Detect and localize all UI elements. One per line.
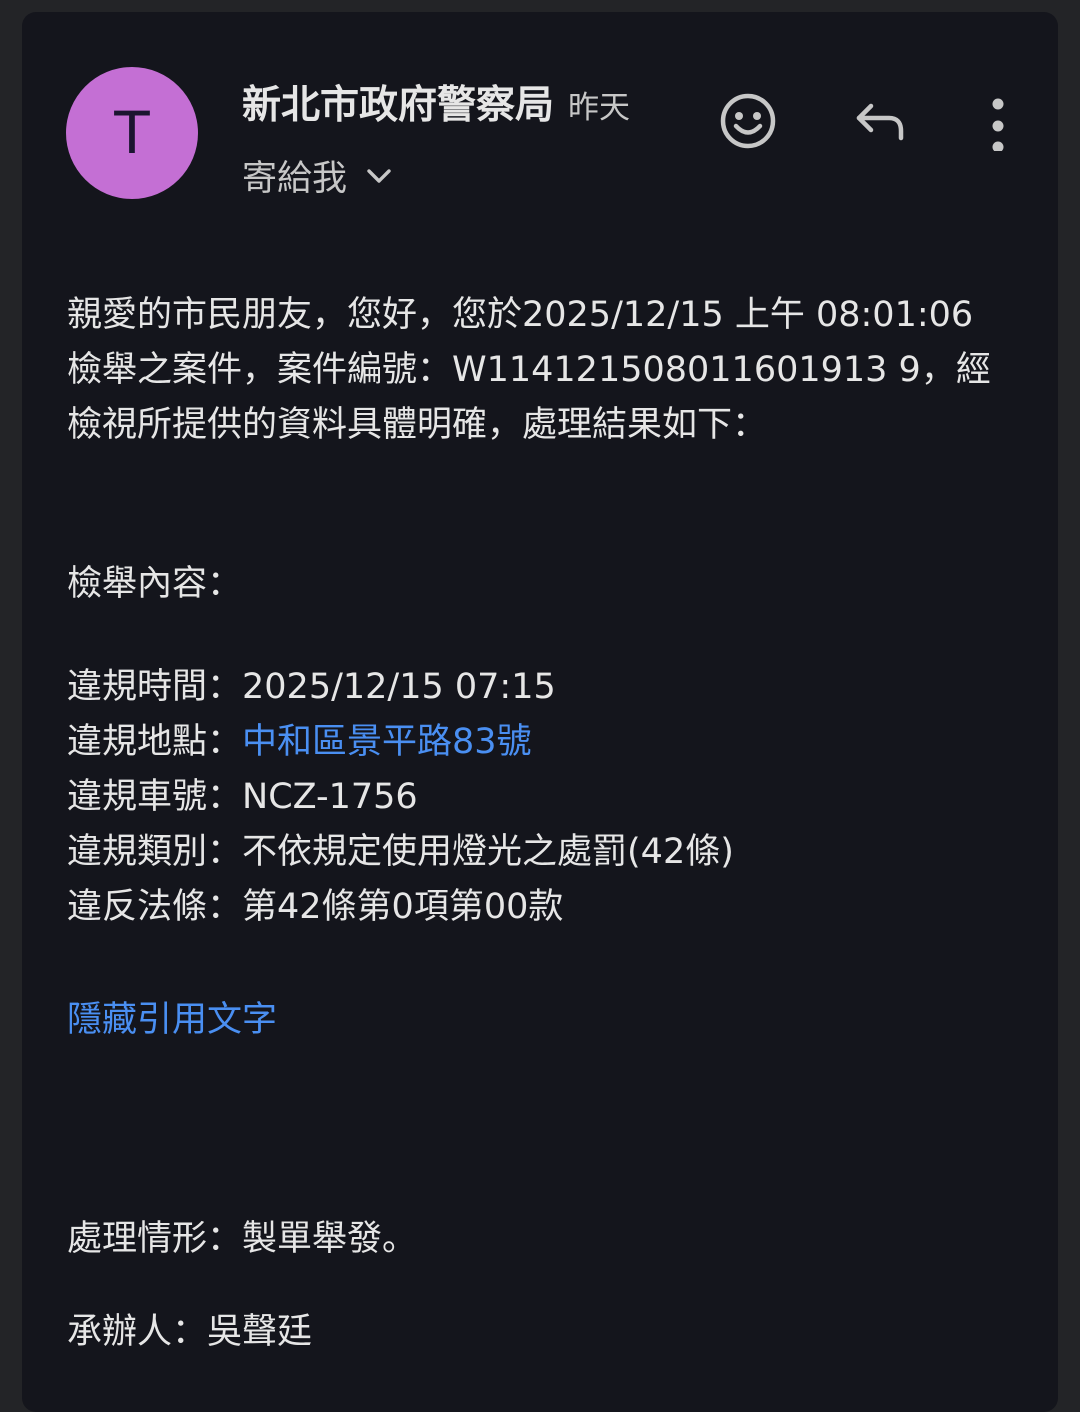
recipient-toggle[interactable]: 寄給我: [242, 150, 393, 201]
processing-result-value: 製單舉發。: [242, 1219, 418, 1259]
violation-law-label: 違反法條：: [67, 887, 243, 927]
violation-category: 違規類別：不依規定使用燈光之處罰(42條): [67, 825, 1027, 880]
handler-value: 吳聲廷: [207, 1312, 313, 1352]
emoji-reaction-button[interactable]: [712, 87, 784, 159]
sender-name[interactable]: 新北市政府警察局: [242, 83, 554, 128]
hide-quoted-text-link[interactable]: 隱藏引用文字: [67, 993, 1027, 1048]
violation-law: 違反法條：第42條第0項第00款: [67, 880, 1027, 935]
sender-avatar[interactable]: T: [66, 67, 198, 199]
content-heading: 檢舉內容：: [67, 564, 243, 604]
chevron-down-icon: [365, 166, 393, 186]
violation-time-value: 2025/12/15 07:15: [242, 667, 556, 707]
violation-category-label: 違規類別：: [67, 832, 243, 872]
avatar-letter: T: [114, 99, 150, 167]
processing-result-label: 處理情形：: [67, 1219, 243, 1259]
violation-plate-value: NCZ-1756: [242, 777, 418, 817]
email-card: T 新北市政府警察局 昨天 寄給我 親愛的市民朋友，您好，您於2025/12/1…: [22, 12, 1058, 1412]
email-date: 昨天: [568, 90, 631, 126]
more-vert-icon: [983, 91, 1013, 155]
violation-time: 違規時間：2025/12/15 07:15: [67, 660, 1027, 715]
violation-law-value: 第42條第0項第00款: [242, 887, 564, 927]
violation-plate: 違規車號：NCZ-1756: [67, 770, 1027, 825]
intro-line-2: 檢舉之案件，案件編號：W114121508011601913 9，經: [67, 350, 991, 390]
reply-icon: [851, 91, 911, 155]
more-options-button[interactable]: [962, 87, 1034, 159]
violation-location-label: 違規地點：: [67, 722, 243, 762]
violation-location: 違規地點：中和區景平路83號: [67, 715, 1027, 770]
handler-label: 承辦人：: [67, 1312, 208, 1352]
recipient-label: 寄給我: [242, 159, 348, 199]
intro-line-3: 檢視所提供的資料具體明確，處理結果如下：: [67, 405, 768, 445]
sender-line: 新北市政府警察局 昨天: [242, 74, 630, 130]
violation-plate-label: 違規車號：: [67, 777, 243, 817]
violation-category-value: 不依規定使用燈光之處罰(42條): [242, 832, 734, 872]
violation-location-link[interactable]: 中和區景平路83號: [242, 722, 532, 762]
email-body: 親愛的市民朋友，您好，您於2025/12/15 上午 08:01:06 檢舉之案…: [67, 288, 1027, 1360]
emoji-reaction-icon: [718, 91, 778, 155]
processing-result: 處理情形：製單舉發。: [67, 1212, 1027, 1267]
reply-button[interactable]: [845, 87, 917, 159]
handler: 承辦人：吳聲廷: [67, 1305, 1027, 1360]
intro-line-1: 親愛的市民朋友，您好，您於2025/12/15 上午 08:01:06: [67, 295, 974, 335]
violation-time-label: 違規時間：: [67, 667, 243, 707]
